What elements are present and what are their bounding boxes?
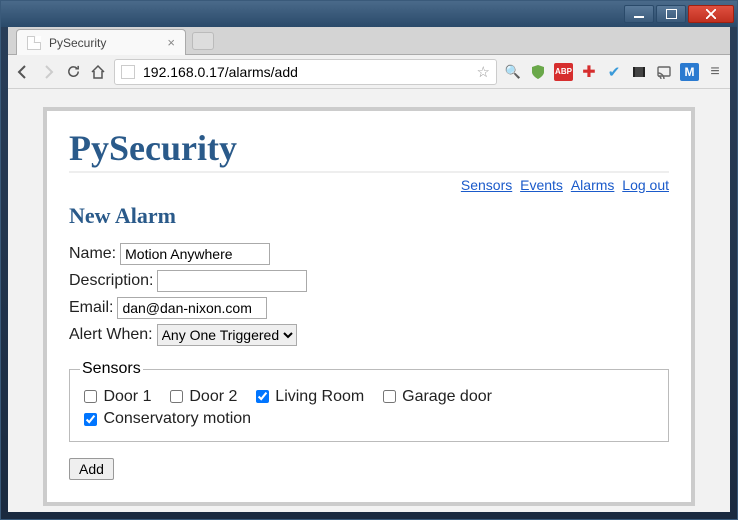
sensor-item[interactable]: Door 2 <box>166 388 237 405</box>
app-title: PySecurity <box>69 127 669 169</box>
add-button[interactable]: Add <box>69 458 114 480</box>
select-alert-when[interactable]: Any One Triggered <box>157 324 297 346</box>
extension-shield-icon[interactable] <box>529 63 547 81</box>
divider <box>69 171 669 173</box>
tab-close-icon[interactable]: × <box>167 35 175 50</box>
back-button[interactable] <box>14 63 32 81</box>
nav-events-link[interactable]: Events <box>520 177 563 193</box>
fieldset-sensors: Sensors Door 1 Door 2 Living Room Garage… <box>69 360 669 442</box>
bookmark-star-icon[interactable]: ☆ <box>477 63 490 81</box>
browser-chrome: PySecurity × ☆ 🔍 <box>8 27 730 512</box>
sensor-item[interactable]: Living Room <box>252 388 364 405</box>
sensor-label: Door 2 <box>185 388 237 405</box>
nav-sensors-link[interactable]: Sensors <box>461 177 512 193</box>
extension-m-icon[interactable]: M <box>680 63 699 81</box>
label-description: Description: <box>69 272 153 290</box>
tab-title: PySecurity <box>49 36 106 50</box>
page-content: PySecurity Sensors Events Alarms Log out… <box>43 107 695 506</box>
label-alert-when: Alert When: <box>69 326 153 344</box>
forward-button[interactable] <box>39 63 57 81</box>
sensor-label: Living Room <box>271 388 364 405</box>
new-tab-button[interactable] <box>192 32 214 50</box>
extension-magnify-icon[interactable]: 🔍 <box>504 63 522 81</box>
row-email: Email: <box>69 297 669 319</box>
page-icon <box>121 65 135 79</box>
sensor-checkbox[interactable] <box>170 390 183 403</box>
row-description: Description: <box>69 270 669 292</box>
extension-cast-icon[interactable] <box>655 63 673 81</box>
browser-toolbar: ☆ 🔍 ABP ✚ ✔ M ≡ <box>8 55 730 89</box>
page-favicon-icon <box>27 36 41 50</box>
sensor-checkbox[interactable] <box>84 413 97 426</box>
extension-film-icon[interactable] <box>630 63 648 81</box>
section-title: New Alarm <box>69 203 669 229</box>
window-maximize-button[interactable] <box>656 5 686 23</box>
nav-logout-link[interactable]: Log out <box>622 177 669 193</box>
page-viewport: PySecurity Sensors Events Alarms Log out… <box>8 89 730 512</box>
sensor-checkbox[interactable] <box>256 390 269 403</box>
extension-check-icon[interactable]: ✔ <box>605 63 623 81</box>
window-close-button[interactable] <box>688 5 734 23</box>
input-description[interactable] <box>157 270 307 292</box>
sensor-item[interactable]: Conservatory motion <box>80 410 251 427</box>
nav-links: Sensors Events Alarms Log out <box>69 177 669 193</box>
tab-strip: PySecurity × <box>8 27 730 55</box>
home-button[interactable] <box>89 63 107 81</box>
input-name[interactable] <box>120 243 270 265</box>
window-minimize-button[interactable] <box>624 5 654 23</box>
window-titlebar <box>1 1 737 27</box>
label-email: Email: <box>69 299 113 317</box>
sensor-checkbox[interactable] <box>383 390 396 403</box>
extension-adblock-icon[interactable]: ABP <box>554 63 573 81</box>
row-alert-when: Alert When: Any One Triggered <box>69 324 669 346</box>
sensor-label: Door 1 <box>99 388 151 405</box>
browser-window: PySecurity × ☆ 🔍 <box>0 0 738 520</box>
sensor-checkbox[interactable] <box>84 390 97 403</box>
sensors-row: Door 1 Door 2 Living Room Garage door Co… <box>80 386 658 431</box>
input-email[interactable] <box>117 297 267 319</box>
sensor-item[interactable]: Door 1 <box>80 388 151 405</box>
label-name: Name: <box>69 245 116 263</box>
address-bar[interactable]: ☆ <box>114 59 497 85</box>
sensor-label: Garage door <box>398 388 492 405</box>
chrome-menu-button[interactable]: ≡ <box>706 63 724 81</box>
row-name: Name: <box>69 243 669 265</box>
sensor-label: Conservatory motion <box>99 410 251 427</box>
reload-button[interactable] <box>64 63 82 81</box>
sensor-item[interactable]: Garage door <box>379 388 492 405</box>
browser-tab[interactable]: PySecurity × <box>16 29 186 55</box>
legend-sensors: Sensors <box>80 360 143 378</box>
extension-plus-icon[interactable]: ✚ <box>580 63 598 81</box>
url-input[interactable] <box>141 63 471 81</box>
nav-alarms-link[interactable]: Alarms <box>571 177 615 193</box>
